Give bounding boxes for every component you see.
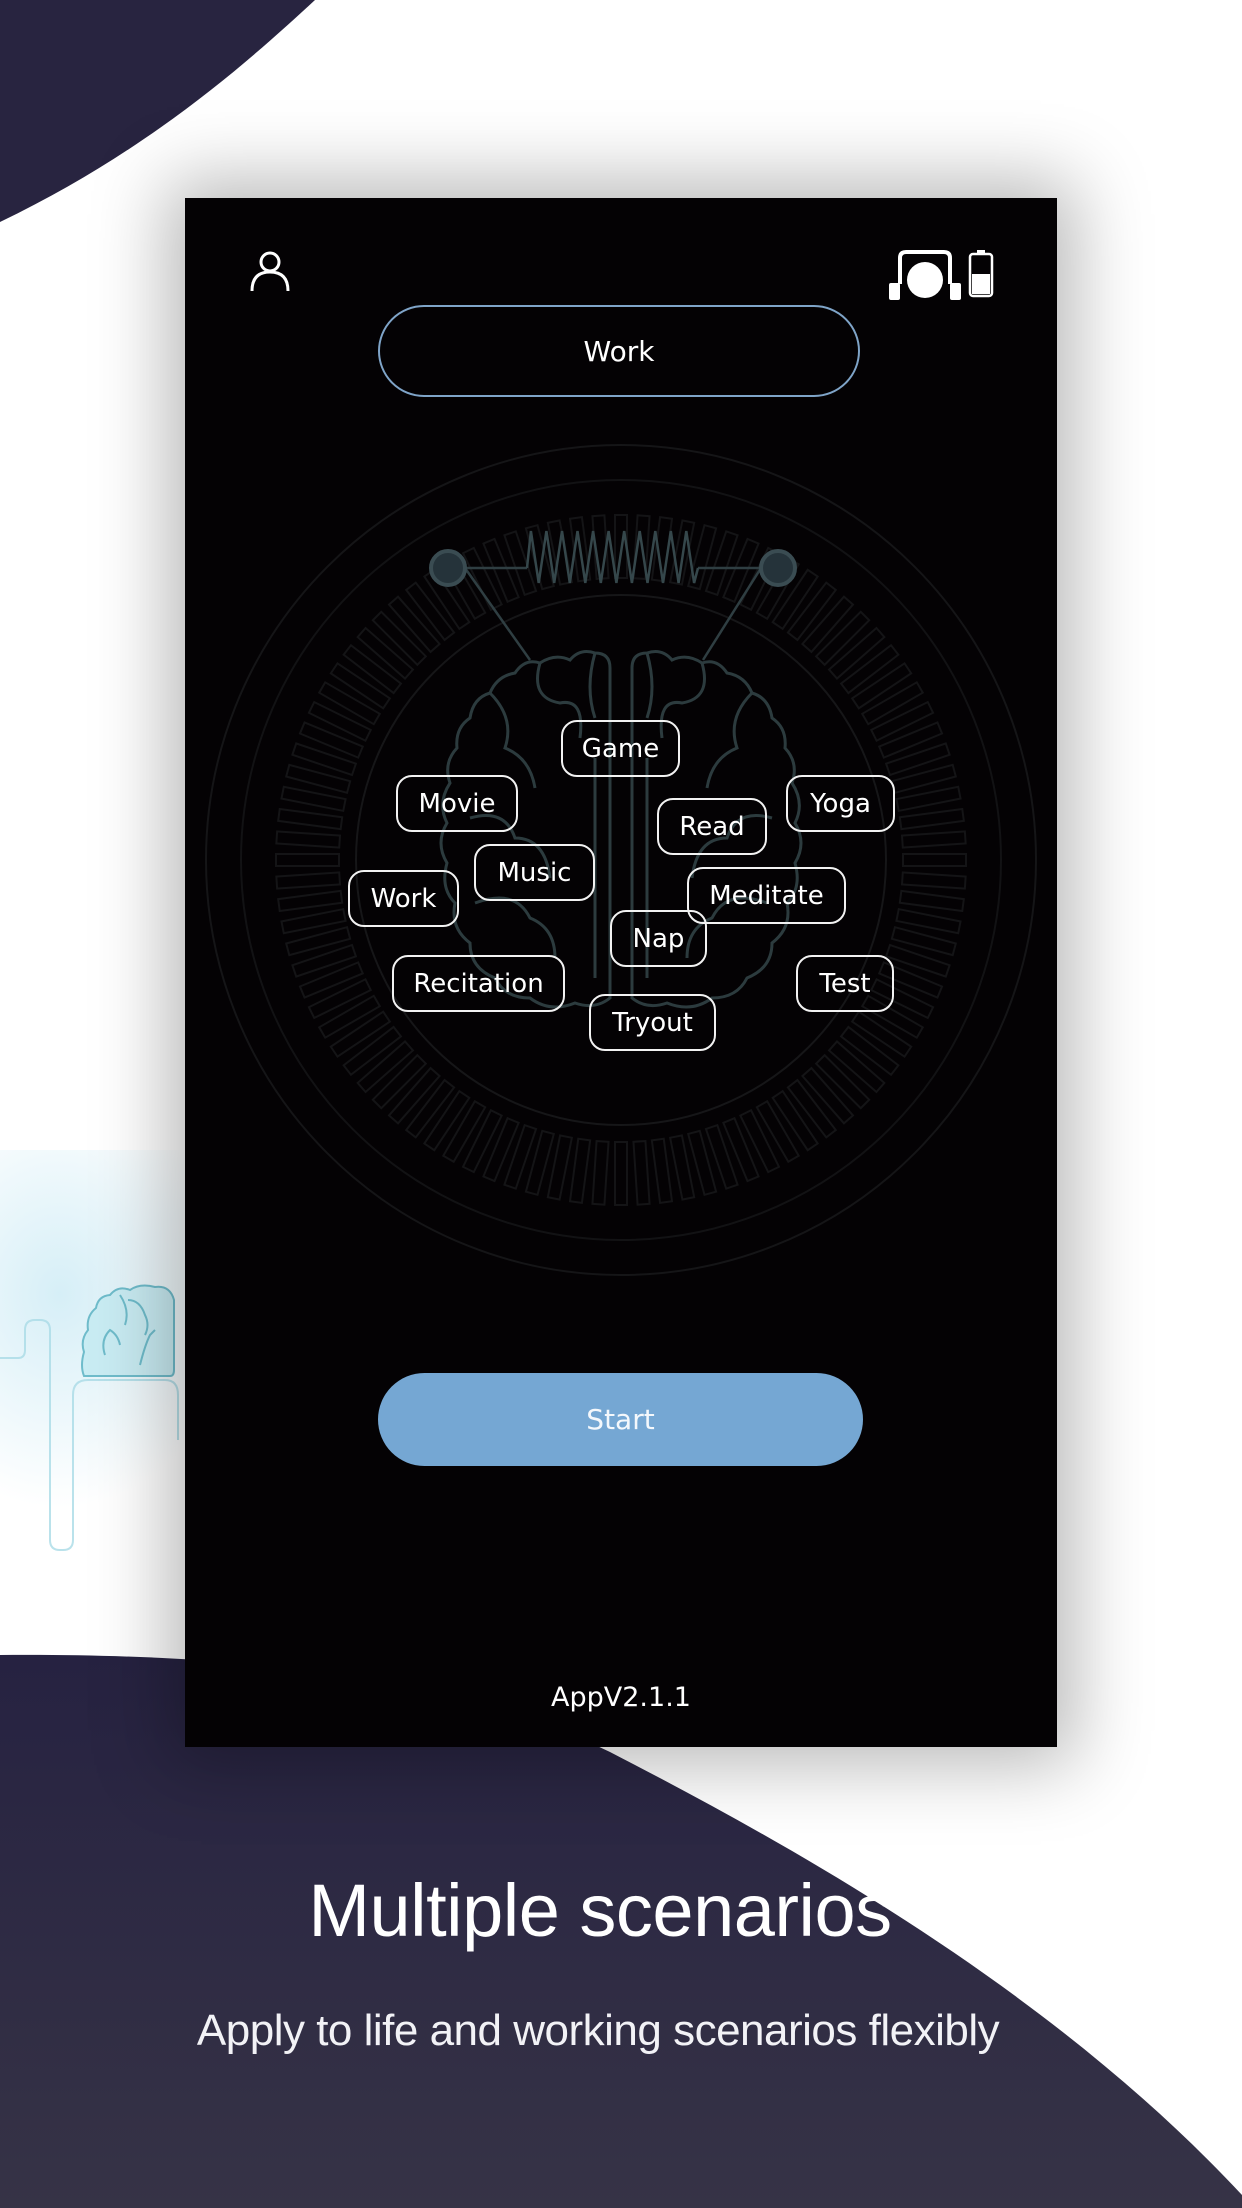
ring-tick [704, 1123, 739, 1190]
ring-tick [307, 978, 373, 1020]
ring-tick [291, 742, 358, 777]
ring-tick [884, 943, 951, 978]
ring-tick [650, 1137, 674, 1204]
ring-tick [591, 1139, 610, 1206]
ring-tick [614, 1141, 628, 1206]
ring-tick [317, 994, 382, 1040]
ring-tick [441, 1099, 487, 1164]
ring-tick [860, 680, 925, 726]
scenario-tag-tryout[interactable]: Tryout [589, 994, 716, 1051]
ring-tick [275, 853, 340, 867]
electrode-right [759, 549, 797, 587]
ring-tick [307, 700, 373, 742]
battery-level-fill [972, 274, 990, 294]
scenario-tag-nap[interactable]: Nap [610, 910, 707, 967]
ring-tick [298, 961, 365, 999]
ring-tick [461, 1108, 503, 1174]
ring-tick [869, 700, 935, 742]
scenario-tag-yoga[interactable]: Yoga [786, 775, 895, 832]
tick-ring [275, 514, 967, 1206]
scenario-tag-meditate[interactable]: Meditate [687, 867, 846, 924]
brain-background-graphic [205, 444, 1037, 1276]
scenario-tag-music[interactable]: Music [474, 844, 595, 901]
ring-tick [898, 807, 965, 831]
battery-icon [968, 250, 994, 298]
ring-tick [884, 742, 951, 777]
promo-title: Multiple scenarios [308, 1869, 892, 1952]
mode-selector[interactable]: Work [378, 305, 860, 397]
ring-tick [298, 721, 365, 759]
wire-right [701, 567, 763, 661]
ring-tick [503, 1123, 538, 1190]
top-left-shape [0, 0, 315, 222]
electrode-left [429, 549, 467, 587]
scenario-tag-read[interactable]: Read [657, 798, 767, 855]
ring-tick [877, 721, 944, 759]
phone-screen: Work Game Movie Read Yoga Music Work Med… [185, 198, 1057, 1747]
start-button[interactable]: Start [378, 1373, 863, 1466]
brain-decoration [0, 1284, 179, 1551]
ring-tick [291, 943, 358, 978]
headset-icon[interactable] [888, 250, 962, 300]
ring-tick [898, 889, 965, 913]
scenario-tag-test[interactable]: Test [796, 955, 894, 1012]
ring-tick [482, 1116, 520, 1183]
ring-tick [739, 1108, 781, 1174]
promo-subtitle: Apply to life and working scenarios flex… [196, 2006, 1000, 2055]
ring-tick [902, 853, 967, 867]
ring-tick [461, 546, 503, 612]
scenario-tag-recitation[interactable]: Recitation [392, 955, 565, 1012]
ring-tick [900, 871, 967, 890]
ring-tick [317, 680, 382, 726]
ring-tick [482, 537, 520, 604]
ring-tick [755, 1099, 801, 1164]
outer-ring [205, 444, 1037, 1276]
ring-tick [568, 1137, 592, 1204]
ring-tick [722, 537, 760, 604]
app-version: AppV2.1.1 [551, 1682, 691, 1713]
scenario-tag-movie[interactable]: Movie [396, 775, 518, 832]
ring-tick [275, 871, 342, 890]
ring-tick [275, 830, 342, 849]
ring-tick [704, 530, 739, 597]
scenario-tag-work[interactable]: Work [348, 870, 459, 927]
scenario-tag-game[interactable]: Game [561, 720, 680, 777]
ring-tick [900, 830, 967, 849]
ring-tick [722, 1116, 760, 1183]
ring-tick [277, 807, 344, 831]
user-icon[interactable] [250, 250, 290, 292]
ring-tick [277, 889, 344, 913]
ring-tick [632, 1139, 651, 1206]
